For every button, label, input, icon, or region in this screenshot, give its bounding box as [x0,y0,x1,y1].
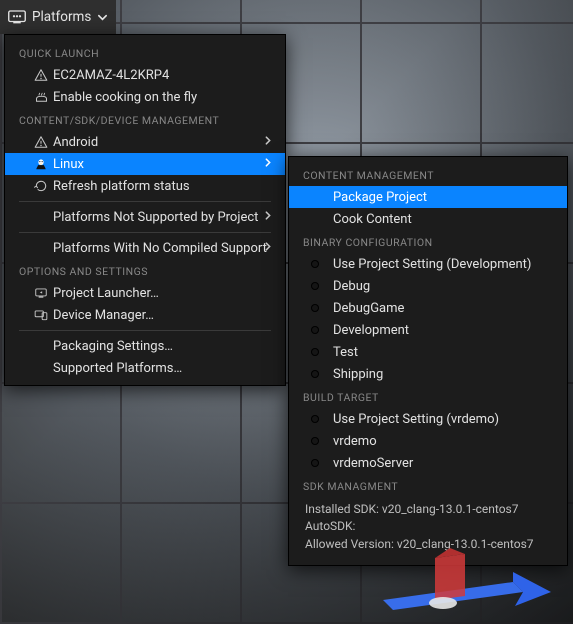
menu-device-manager[interactable]: Device Manager… [9,304,281,326]
menu-label: Shipping [333,367,553,382]
menu-ec2-instance[interactable]: EC2AMAZ-4L2KRP4 [9,64,281,86]
radio-vrdemoserver[interactable]: vrdemoServer [293,452,563,474]
menu-project-launcher[interactable]: Project Launcher… [9,282,281,304]
radio-icon [311,304,319,312]
menu-label: Cook Content [333,212,553,227]
sdk-info: Installed SDK: v20_clang-13.0.1-centos7 … [293,497,563,559]
launcher-icon [33,285,49,301]
radio-icon [311,370,319,378]
device-icon [33,307,49,323]
menu-android[interactable]: Android [9,131,281,153]
chevron-right-icon [263,157,273,172]
section-build-target: BUILD TARGET [293,385,563,408]
chevron-right-icon [263,135,273,150]
menu-label: Test [333,345,553,360]
menu-label: Development [333,323,553,338]
menu-packaging-settings[interactable]: Packaging Settings… [9,335,281,357]
menu-not-supported[interactable]: Platforms Not Supported by Project [9,206,281,228]
radio-vrdemo[interactable]: vrdemo [293,430,563,452]
refresh-icon [33,178,49,194]
radio-icon [311,348,319,356]
radio-use-project-vrdemo[interactable]: Use Project Setting (vrdemo) [293,408,563,430]
chevron-down-icon [97,12,108,23]
sdk-installed: Installed SDK: v20_clang-13.0.1-centos7 [305,501,551,518]
radio-icon [311,260,319,268]
sdk-allowed: Allowed Version: v20_clang-13.0.1-centos… [305,536,551,553]
radio-shipping[interactable]: Shipping [293,363,563,385]
menu-label: vrdemo [333,434,553,449]
warning-icon [33,67,49,83]
section-content-management: CONTENT/SDK/DEVICE MANAGEMENT [9,108,281,131]
menu-label: EC2AMAZ-4L2KRP4 [53,68,271,83]
menu-label: Use Project Setting (Development) [333,257,553,272]
menu-label: Linux [53,157,271,172]
platforms-menu: QUICK LAUNCH EC2AMAZ-4L2KRP4 Enable cook… [4,34,286,386]
sdk-auto: AutoSDK: [305,518,551,535]
menu-label: Android [53,135,271,150]
menu-label: Platforms With No Compiled Support [53,241,271,256]
menu-package-project[interactable]: Package Project [289,186,567,208]
menu-label: Refresh platform status [53,179,271,194]
menu-label: Project Launcher… [53,286,271,301]
platforms-icon [8,10,26,24]
menu-label: Device Manager… [53,308,271,323]
section-options: OPTIONS AND SETTINGS [9,259,281,282]
menu-label: vrdemoServer [333,456,553,471]
menu-no-compiled[interactable]: Platforms With No Compiled Support [9,237,281,259]
cook-icon [33,89,49,105]
menu-label: DebugGame [333,301,553,316]
radio-icon [311,415,319,423]
radio-debug[interactable]: Debug [293,275,563,297]
chevron-right-icon [263,210,273,225]
menu-linux[interactable]: Linux [5,153,285,175]
radio-icon [311,459,319,467]
menu-label: Packaging Settings… [53,339,271,354]
separator [19,330,271,331]
section-sdk: SDK MANAGMENT [293,474,563,497]
menu-label: Package Project [333,190,553,205]
chevron-right-icon [263,241,273,256]
radio-debuggame[interactable]: DebugGame [293,297,563,319]
menu-refresh-platform-status[interactable]: Refresh platform status [9,175,281,197]
radio-test[interactable]: Test [293,341,563,363]
radio-icon [311,437,319,445]
linux-submenu: CONTENT MANAGEMENT Package Project Cook … [288,156,568,566]
radio-icon [311,326,319,334]
menu-label: Debug [333,279,553,294]
separator [19,232,271,233]
menu-label: Supported Platforms… [53,361,271,376]
separator [19,201,271,202]
radio-development[interactable]: Development [293,319,563,341]
warning-icon [33,134,49,150]
menu-cook-content[interactable]: Cook Content [293,208,563,230]
radio-use-project-dev[interactable]: Use Project Setting (Development) [293,253,563,275]
menu-label: Use Project Setting (vrdemo) [333,412,553,427]
section-content-mgmt: CONTENT MANAGEMENT [293,163,563,186]
section-quick-launch: QUICK LAUNCH [9,41,281,64]
section-binary-config: BINARY CONFIGURATION [293,230,563,253]
menu-supported-platforms[interactable]: Supported Platforms… [9,357,281,379]
platforms-dropdown-button[interactable]: Platforms [0,0,116,34]
menu-label: Platforms Not Supported by Project [53,210,271,225]
menu-label: Enable cooking on the fly [53,90,271,105]
platforms-label: Platforms [32,9,91,25]
menu-enable-cooking[interactable]: Enable cooking on the fly [9,86,281,108]
linux-icon [33,156,49,172]
radio-icon [311,282,319,290]
